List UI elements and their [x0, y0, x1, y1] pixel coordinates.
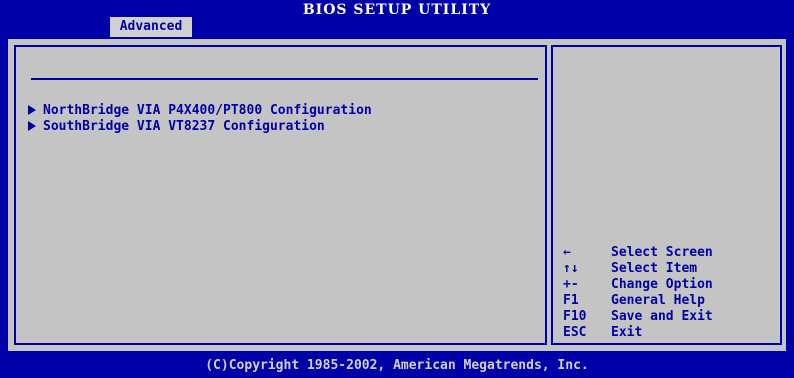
bios-title: BIOS SETUP UTILITY: [302, 2, 492, 18]
up-down-arrow-icon: ↑↓: [563, 261, 579, 276]
key-legend-row: F1 General Help: [563, 293, 713, 309]
key-description: Select Screen: [611, 245, 713, 260]
help-panel: ← Select Screen ↑↓ Select Item +- Change…: [551, 45, 782, 345]
key-description: Save and Exit: [611, 309, 713, 324]
key-legend-row: ← Select Screen: [563, 245, 713, 261]
copyright-footer: (C)Copyright 1985-2002, American Megatre…: [205, 358, 589, 373]
key-legend-row: F10 Save and Exit: [563, 309, 713, 325]
triangle-right-icon: [28, 105, 36, 115]
menu-item-label: NorthBridge VIA P4X400/PT800 Configurati…: [43, 102, 372, 118]
northbridge-config-item[interactable]: NorthBridge VIA P4X400/PT800 Configurati…: [28, 102, 372, 118]
key-description: Exit: [611, 325, 643, 340]
submenu-list: NorthBridge VIA P4X400/PT800 Configurati…: [28, 102, 372, 134]
menu-item-label: SouthBridge VIA VT8237 Configuration: [43, 118, 325, 134]
key-description: Select Item: [611, 261, 698, 276]
settings-panel: NorthBridge VIA P4X400/PT800 Configurati…: [14, 45, 547, 345]
key-label: +-: [563, 277, 579, 292]
key-label: ESC: [563, 325, 587, 340]
key-legend-row: +- Change Option: [563, 277, 713, 293]
key-description: General Help: [611, 293, 705, 308]
key-legend-row: ESC Exit: [563, 325, 713, 341]
key-label: F10: [563, 309, 587, 324]
divider: [31, 78, 538, 80]
key-legend: ← Select Screen ↑↓ Select Item +- Change…: [563, 245, 713, 341]
main-frame: NorthBridge VIA P4X400/PT800 Configurati…: [6, 37, 788, 353]
left-arrow-icon: ←: [563, 245, 571, 260]
triangle-right-icon: [28, 121, 36, 131]
key-label: F1: [563, 293, 579, 308]
key-description: Change Option: [611, 277, 713, 292]
tab-advanced[interactable]: Advanced: [110, 17, 192, 37]
southbridge-config-item[interactable]: SouthBridge VIA VT8237 Configuration: [28, 118, 372, 134]
key-legend-row: ↑↓ Select Item: [563, 261, 713, 277]
